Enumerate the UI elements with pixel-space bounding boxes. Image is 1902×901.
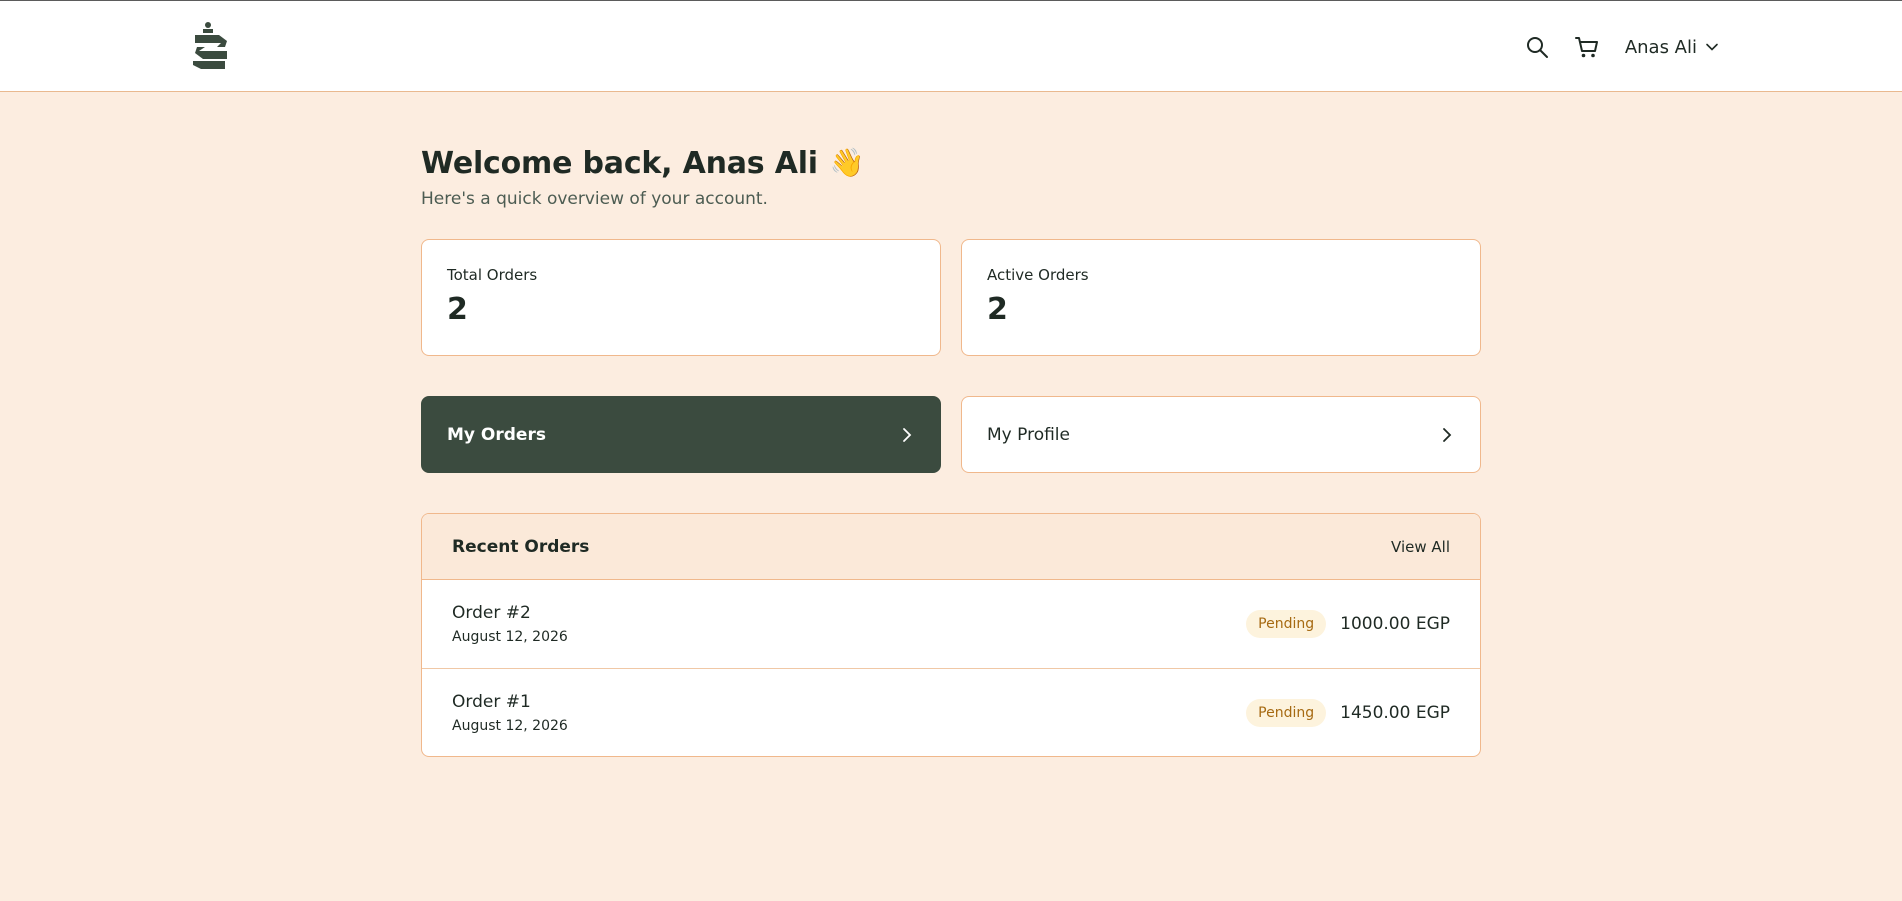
chevron-down-icon xyxy=(1706,43,1718,51)
chevron-right-icon xyxy=(1443,427,1452,442)
user-name: Anas Ali xyxy=(1624,36,1697,58)
status-badge: Pending xyxy=(1246,698,1327,727)
stat-label: Total Orders xyxy=(447,266,538,284)
my-orders-button[interactable]: My Orders xyxy=(421,396,941,473)
brand-logo[interactable] xyxy=(185,21,235,73)
order-info: Order #2 August 12, 2026 xyxy=(452,603,568,645)
view-all-link[interactable]: View All xyxy=(1391,538,1450,556)
dashboard-main: Welcome back, Anas Ali 👋 Here's a quick … xyxy=(421,92,1481,757)
status-badge: Pending xyxy=(1246,610,1327,638)
quick-actions: My Orders My Profile xyxy=(421,396,1481,473)
stat-card-total-orders: Total Orders 2 xyxy=(421,239,941,356)
search-icon xyxy=(1526,37,1548,58)
order-name: Order #2 xyxy=(452,603,531,623)
order-date: August 12, 2026 xyxy=(452,717,568,734)
stats-row: Total Orders 2 Active Orders 2 xyxy=(421,239,1481,356)
recent-orders-header: Recent Orders View All xyxy=(422,514,1480,580)
stat-card-active-orders: Active Orders 2 xyxy=(961,239,1481,356)
order-summary: Pending 1000.00 EGP xyxy=(1246,610,1450,638)
search-button[interactable] xyxy=(1523,33,1551,61)
order-row[interactable]: Order #1 August 12, 2026 Pending 1450.00… xyxy=(422,668,1480,756)
chevron-right-icon xyxy=(903,427,912,442)
waving-hand-icon: 👋 xyxy=(829,146,865,179)
my-profile-button[interactable]: My Profile xyxy=(961,396,1481,473)
page-subtitle: Here's a quick overview of your account. xyxy=(421,189,768,209)
order-summary: Pending 1450.00 EGP xyxy=(1246,698,1450,727)
order-date: August 12, 2026 xyxy=(452,629,568,645)
cart-icon xyxy=(1574,37,1598,58)
stat-value: 2 xyxy=(447,292,468,327)
welcome-heading: Welcome back, Anas Ali 👋 xyxy=(421,143,1481,183)
order-info: Order #1 August 12, 2026 xyxy=(452,692,568,734)
order-total: 1000.00 EGP xyxy=(1340,614,1450,634)
cart-button[interactable] xyxy=(1573,33,1601,61)
header-actions: Anas Ali xyxy=(1523,29,1719,65)
user-menu-toggle[interactable]: Anas Ali xyxy=(1625,37,1719,58)
stat-value: 2 xyxy=(987,292,1008,327)
order-row[interactable]: Order #2 August 12, 2026 Pending 1000.00… xyxy=(422,580,1480,668)
recent-orders-title: Recent Orders xyxy=(452,536,590,557)
page-title: Welcome back, Anas Ali xyxy=(421,145,818,181)
top-navbar: Anas Ali xyxy=(0,0,1902,92)
order-name: Order #1 xyxy=(452,691,531,712)
stat-label: Active Orders xyxy=(987,266,1089,284)
recent-orders-panel: Recent Orders View All Order #2 August 1… xyxy=(421,513,1481,757)
order-total: 1450.00 EGP xyxy=(1340,702,1450,723)
my-orders-label: My Orders xyxy=(447,424,546,445)
my-profile-label: My Profile xyxy=(987,424,1070,445)
logo-icon xyxy=(193,22,227,69)
